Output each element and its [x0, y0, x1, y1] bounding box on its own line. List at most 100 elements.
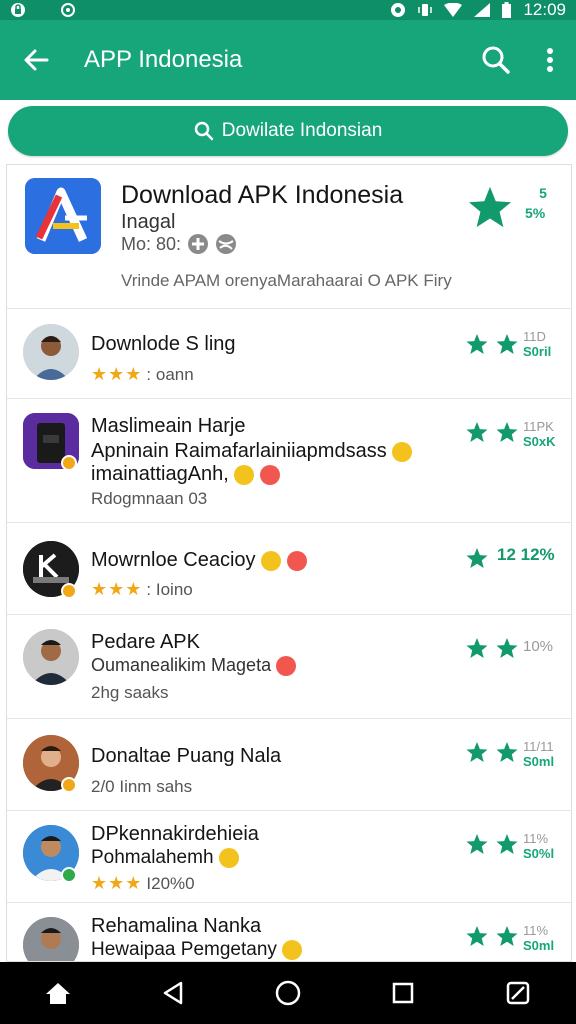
- count-top: 11D: [523, 329, 546, 344]
- overflow-menu-button[interactable]: [524, 20, 576, 100]
- star-icon: [466, 547, 488, 569]
- featured-subtitle: Inagal: [121, 211, 176, 233]
- status-bar: 12:09: [0, 0, 576, 20]
- home-icon: [45, 983, 70, 1004]
- item-line3: imainattiagAnh,: [91, 463, 280, 486]
- rating-stars: ★★★: [91, 579, 143, 599]
- item-title: Maslimeain Harje: [91, 415, 246, 437]
- circle-home-icon: [275, 980, 301, 1006]
- star-icon: [466, 925, 488, 947]
- star-icon: [466, 741, 488, 763]
- sync-notification-icon: [60, 2, 76, 18]
- app-list[interactable]: Download APK Indonesia Inagal Mo: 80: Vr…: [6, 164, 572, 962]
- globe-icon: [216, 234, 237, 254]
- star-icon: [496, 925, 518, 947]
- verified-badge: [61, 867, 77, 883]
- screenshot-nav-button[interactable]: [488, 963, 548, 1023]
- item-count: 11D S0ril: [523, 329, 551, 359]
- home-app-button[interactable]: [28, 963, 88, 1023]
- item-line2: Apninain Raimafarlainiiapmdsass: [91, 440, 413, 463]
- green-stars: [465, 547, 489, 569]
- rating-stars: ★★★: [91, 873, 143, 893]
- list-item[interactable]: Mowrnloe Ceacioy ★★★ : Ioino 12 12%: [7, 523, 571, 615]
- arrow-left-icon: [24, 49, 49, 71]
- item-line2-text: Oumanealikim Mageta: [91, 655, 272, 675]
- heart-eyes-emoji-icon: [286, 550, 307, 571]
- avatar: [23, 629, 79, 685]
- screenshot-icon: [507, 981, 530, 1005]
- featured-title: Download APK Indonesia: [121, 181, 404, 209]
- count-bottom: S0ml: [523, 938, 555, 953]
- green-stars: [465, 741, 519, 763]
- item-subtitle: : Ioino: [146, 579, 193, 599]
- item-title: Pedare APK: [91, 631, 200, 653]
- app-bar: APP Indonesia: [0, 20, 576, 100]
- green-stars: [465, 637, 519, 659]
- green-stars: [465, 333, 519, 355]
- green-stars: [465, 421, 519, 443]
- featured-meta-text: Mo: 80:: [121, 233, 182, 254]
- list-item[interactable]: Downlode S ling ★★★ : oann 11D S0ril: [7, 309, 571, 399]
- item-rating: ★★★ I20%0: [91, 873, 195, 894]
- green-stars: [465, 833, 519, 855]
- star-icon: [466, 637, 488, 659]
- count-top: 11/11: [523, 739, 554, 754]
- featured-app-card[interactable]: Download APK Indonesia Inagal Mo: 80: Vr…: [7, 165, 571, 309]
- recents-nav-button[interactable]: [373, 963, 433, 1023]
- count-top: 10%: [523, 638, 554, 655]
- smile-emoji-icon: [234, 464, 255, 485]
- list-item[interactable]: DPkennakirdehieia Pohmalahemh ★★★ I20%0 …: [7, 811, 571, 903]
- item-rating: ★★★ : Ioino: [91, 579, 193, 600]
- item-subtitle: Rdogmnaan 03: [91, 489, 208, 508]
- item-subtitle: I20%0: [146, 873, 195, 893]
- item-line2: Oumanealikim Mageta: [91, 655, 297, 677]
- status-badge: [61, 455, 77, 471]
- square-recents-icon: [392, 982, 414, 1004]
- battery-icon: [502, 2, 512, 18]
- heart-eyes-emoji-icon: [276, 656, 297, 677]
- status-time: 12:09: [523, 0, 566, 19]
- back-nav-button[interactable]: [143, 963, 203, 1023]
- item-title: Rehamalina Nanka: [91, 915, 262, 937]
- item-subtitle: 2/0 Iinm sahs: [91, 777, 193, 796]
- page-title: APP Indonesia: [84, 46, 243, 73]
- item-subtitle: : oann: [146, 364, 194, 384]
- search-button[interactable]: [468, 20, 524, 100]
- item-count: 11/11 S0ml: [523, 739, 554, 769]
- item-title-text: Mowrnloe Ceacioy: [91, 549, 256, 571]
- wifi-icon: [444, 3, 463, 17]
- item-count: 11% S0ml: [523, 923, 554, 953]
- list-item[interactable]: Maslimeain Harje Apninain Raimafarlainii…: [7, 399, 571, 523]
- featured-meta: Mo: 80:: [121, 233, 237, 255]
- item-line2-text: Pohmalahemh: [91, 847, 214, 868]
- item-count: 10%: [523, 639, 553, 654]
- search-pill-label: Dowilate Indonsian: [221, 120, 383, 141]
- featured-description: Vrinde APAM orenyaMarahaarai O APK Firy: [121, 271, 452, 290]
- star-icon: [466, 333, 488, 355]
- green-stars: [465, 925, 519, 947]
- item-count: 12 12%: [497, 545, 555, 564]
- avatar: [23, 917, 79, 961]
- home-nav-button[interactable]: [258, 963, 318, 1023]
- plus-circle-icon: [188, 234, 209, 254]
- back-button[interactable]: [0, 20, 72, 100]
- count-top: 12 12%: [497, 545, 555, 564]
- item-subtitle: 2hg saaks: [91, 683, 169, 702]
- star-icon: [496, 741, 518, 763]
- item-line2: Hewaipaa Pemgetany: [91, 939, 303, 961]
- search-pill-button[interactable]: Dowilate Indonsian: [8, 106, 568, 156]
- item-line2: Pohmalahemh: [91, 847, 239, 869]
- star-icon: [466, 833, 488, 855]
- list-item[interactable]: Donaltae Puang Nala 2/0 Iinm sahs 11/11 …: [7, 719, 571, 811]
- list-item[interactable]: Pedare APK Oumanealikim Mageta 2hg saaks…: [7, 615, 571, 719]
- triangle-back-icon: [163, 981, 183, 1005]
- star-icon: [496, 421, 518, 443]
- star-icon: [496, 833, 518, 855]
- item-title: Mowrnloe Ceacioy: [91, 549, 307, 572]
- status-badge: [61, 583, 77, 599]
- status-badge: [61, 777, 77, 793]
- vibrate-icon: [418, 2, 433, 18]
- smile-emoji-icon: [282, 939, 303, 960]
- featured-rating-percent: 5%: [525, 205, 546, 221]
- list-item[interactable]: Rehamalina Nanka Hewaipaa Pemgetany 11% …: [7, 903, 571, 961]
